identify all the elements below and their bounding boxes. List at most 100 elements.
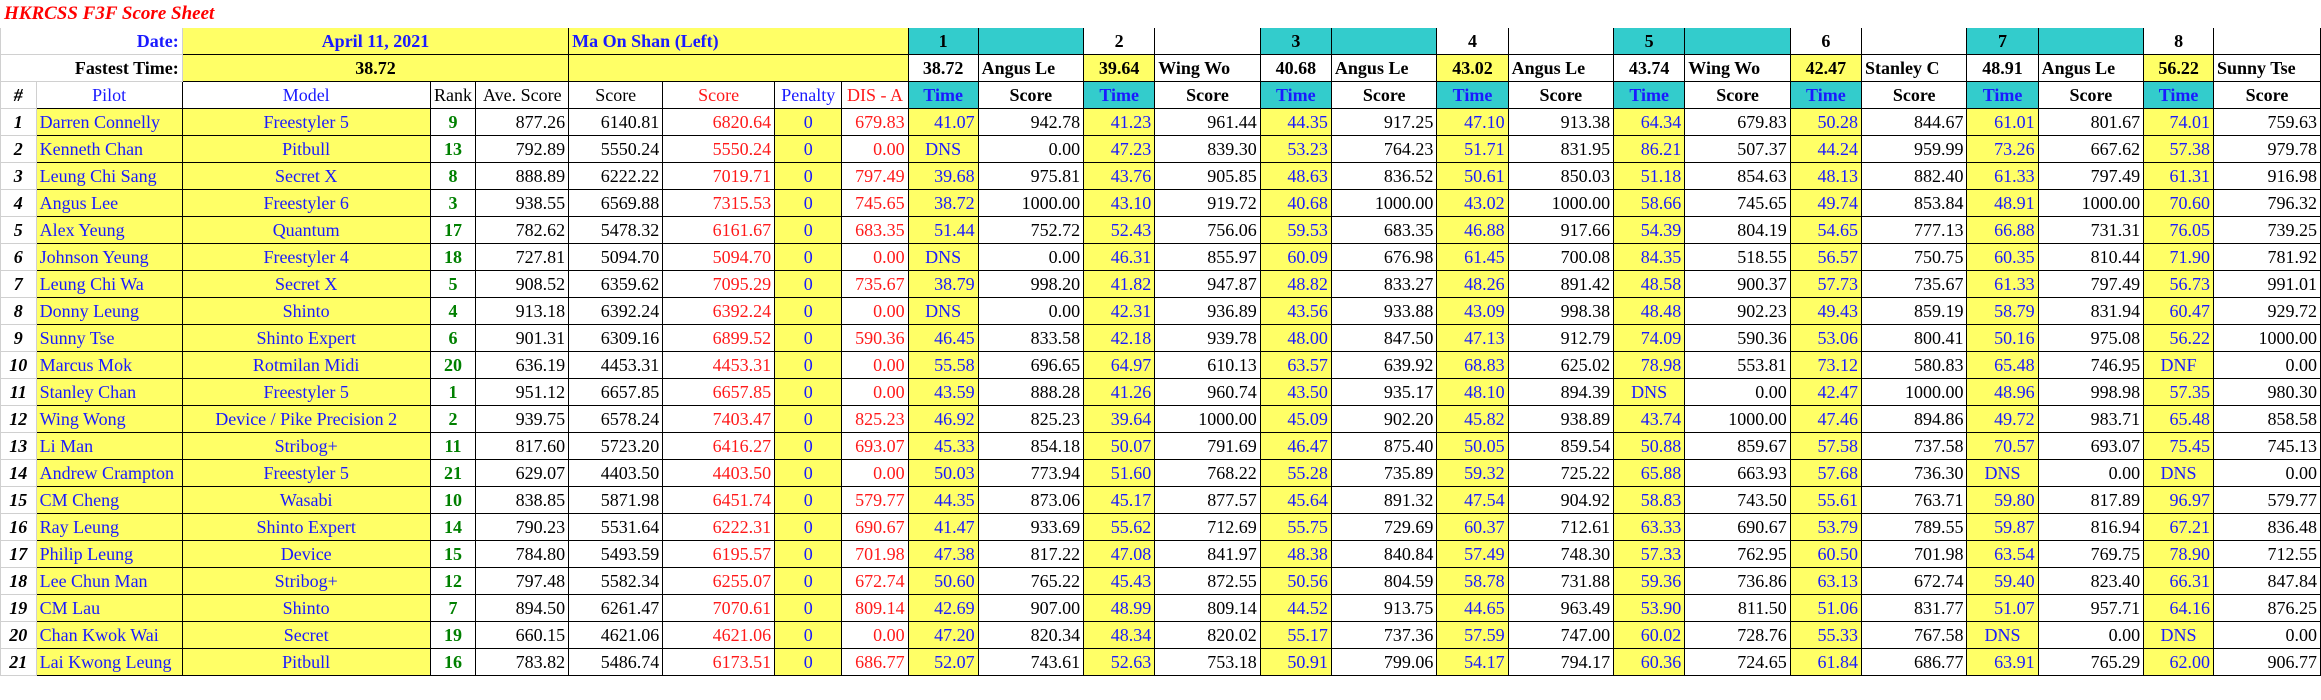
penalty-value: 0 <box>774 297 843 325</box>
round-6-score: 894.86 <box>1860 405 1968 433</box>
header-time: Time <box>1083 81 1156 109</box>
round-1-score: 752.72 <box>977 216 1085 244</box>
row-number: 10 <box>0 351 37 379</box>
round-6-score: 853.84 <box>1860 189 1968 217</box>
rank-value: 13 <box>429 135 477 163</box>
round-7-time: 61.33 <box>1966 270 2039 298</box>
round-3-score: 729.69 <box>1330 513 1438 541</box>
round-3-time: 45.09 <box>1259 405 1332 433</box>
ave-score-value: 877.26 <box>475 108 570 136</box>
rank-value: 2 <box>429 405 477 433</box>
round-4-time: 43.02 <box>1436 189 1509 217</box>
ave-score-value: 784.80 <box>475 540 570 568</box>
row-number: 11 <box>0 378 37 406</box>
round-3-time: 55.28 <box>1259 459 1332 487</box>
round-7-score: 667.62 <box>2037 135 2145 163</box>
round-1-time: 45.33 <box>907 432 979 460</box>
round-1-score: 825.23 <box>977 405 1085 433</box>
round-7-score: 769.75 <box>2037 540 2145 568</box>
round-4-best-time: 43.02 <box>1436 54 1509 82</box>
round-4-time: 43.09 <box>1436 297 1509 325</box>
model-name: Pitbull <box>181 135 431 163</box>
round-8-score: 876.25 <box>2213 594 2321 622</box>
ave-score-value: 792.89 <box>475 135 570 163</box>
rank-value: 8 <box>429 162 477 190</box>
ave-score-value: 660.15 <box>475 621 570 649</box>
header-row: # Pilot Model Rank Ave. Score Score Scor… <box>0 81 2321 109</box>
fastest-label: Fastest Time: <box>0 54 183 82</box>
round-3-score: 836.52 <box>1330 162 1438 190</box>
round-5-time: 60.36 <box>1613 648 1686 676</box>
round-5-time: 58.66 <box>1613 189 1686 217</box>
pilot-row: 14 Andrew Crampton Freestyler 5 21 629.07 440… <box>0 459 2321 487</box>
header-round-score: Score <box>2213 81 2321 109</box>
ave-score-value: 790.23 <box>475 513 570 541</box>
round-7-score: 797.49 <box>2037 162 2145 190</box>
round-8-score: 1000.00 <box>2213 324 2321 352</box>
round-4-time: 58.78 <box>1436 567 1509 595</box>
round-1-time: 38.72 <box>907 189 979 217</box>
rank-value: 4 <box>429 297 477 325</box>
round-3-time: 48.00 <box>1259 324 1332 352</box>
pilot-row: 4 Angus Lee Freestyler 6 3 938.55 6569.88 7315… <box>0 189 2321 217</box>
penalty-value: 0 <box>774 567 843 595</box>
round-4-score: 625.02 <box>1507 351 1615 379</box>
round-8-time: 75.45 <box>2143 432 2215 460</box>
round-5-time: 78.98 <box>1613 351 1686 379</box>
round-2-score: 712.69 <box>1154 513 1261 541</box>
dis-value: 0.00 <box>841 621 909 649</box>
penalty-value: 0 <box>774 216 843 244</box>
round-2-time: 41.82 <box>1083 270 1156 298</box>
round-8-time: 76.05 <box>2143 216 2215 244</box>
round-2-score: 947.87 <box>1154 270 1261 298</box>
round-3-score: 902.20 <box>1330 405 1438 433</box>
pilot-name: Li Man <box>35 432 183 460</box>
round-4-score: 891.42 <box>1507 270 1615 298</box>
round-8-time: 56.73 <box>2143 270 2215 298</box>
site-fill <box>568 54 909 82</box>
round-6-time: 50.28 <box>1789 108 1862 136</box>
round-8-score: 745.13 <box>2213 432 2321 460</box>
header-score: Score <box>568 81 664 109</box>
score-value: 4403.50 <box>568 459 664 487</box>
round-1-time: 41.47 <box>907 513 979 541</box>
pilot-row: 21 Lai Kwong Leung Pitbull 16 783.82 5486.74 6… <box>0 648 2321 676</box>
round-5-time: 48.58 <box>1613 270 1686 298</box>
header-time: Time <box>1789 81 1862 109</box>
pilot-name: Ray Leung <box>35 513 183 541</box>
round-3-score: 833.27 <box>1330 270 1438 298</box>
round-2-time: 47.08 <box>1083 540 1156 568</box>
round-4-time: 57.59 <box>1436 621 1509 649</box>
round-3-score: 639.92 <box>1330 351 1438 379</box>
round-3-time: 45.64 <box>1259 486 1332 514</box>
round-8-score: 759.63 <box>2213 108 2321 136</box>
round-7-score: 957.71 <box>2037 594 2145 622</box>
round-3-score: 917.25 <box>1330 108 1438 136</box>
round-6-time: 60.50 <box>1789 540 1862 568</box>
round-1-score: 873.06 <box>977 486 1085 514</box>
round-4-time: 68.83 <box>1436 351 1509 379</box>
round-5-score: 507.37 <box>1684 135 1791 163</box>
score-red-value: 6820.64 <box>662 108 776 136</box>
score-red-value: 6173.51 <box>662 648 776 676</box>
round-6-score: 736.30 <box>1860 459 1968 487</box>
score-red-value: 7315.53 <box>662 189 776 217</box>
ave-score-value: 939.75 <box>475 405 570 433</box>
round-4-score: 859.54 <box>1507 432 1615 460</box>
fastest-value: 38.72 <box>181 54 570 82</box>
round-7-score: 817.89 <box>2037 486 2145 514</box>
round-6-time: 56.57 <box>1789 243 1862 271</box>
round-6-score: 701.98 <box>1860 540 1968 568</box>
pilot-row: 6 Johnson Yeung Freestyler 4 18 727.81 5094.7… <box>0 243 2321 271</box>
round-3-time: 60.09 <box>1259 243 1332 271</box>
pilot-name: Johnson Yeung <box>35 243 183 271</box>
round-5-time: 64.34 <box>1613 108 1686 136</box>
round-2-best-time: 39.64 <box>1083 54 1156 82</box>
round-1-best-pilot: Angus Le <box>977 54 1085 82</box>
score-red-value: 6899.52 <box>662 324 776 352</box>
row-number: 19 <box>0 594 37 622</box>
pilot-row: 5 Alex Yeung Quantum 17 782.62 5478.32 6161.67… <box>0 216 2321 244</box>
round-4-time: 45.82 <box>1436 405 1509 433</box>
header-round-score: Score <box>2037 81 2145 109</box>
rank-value: 6 <box>429 324 477 352</box>
